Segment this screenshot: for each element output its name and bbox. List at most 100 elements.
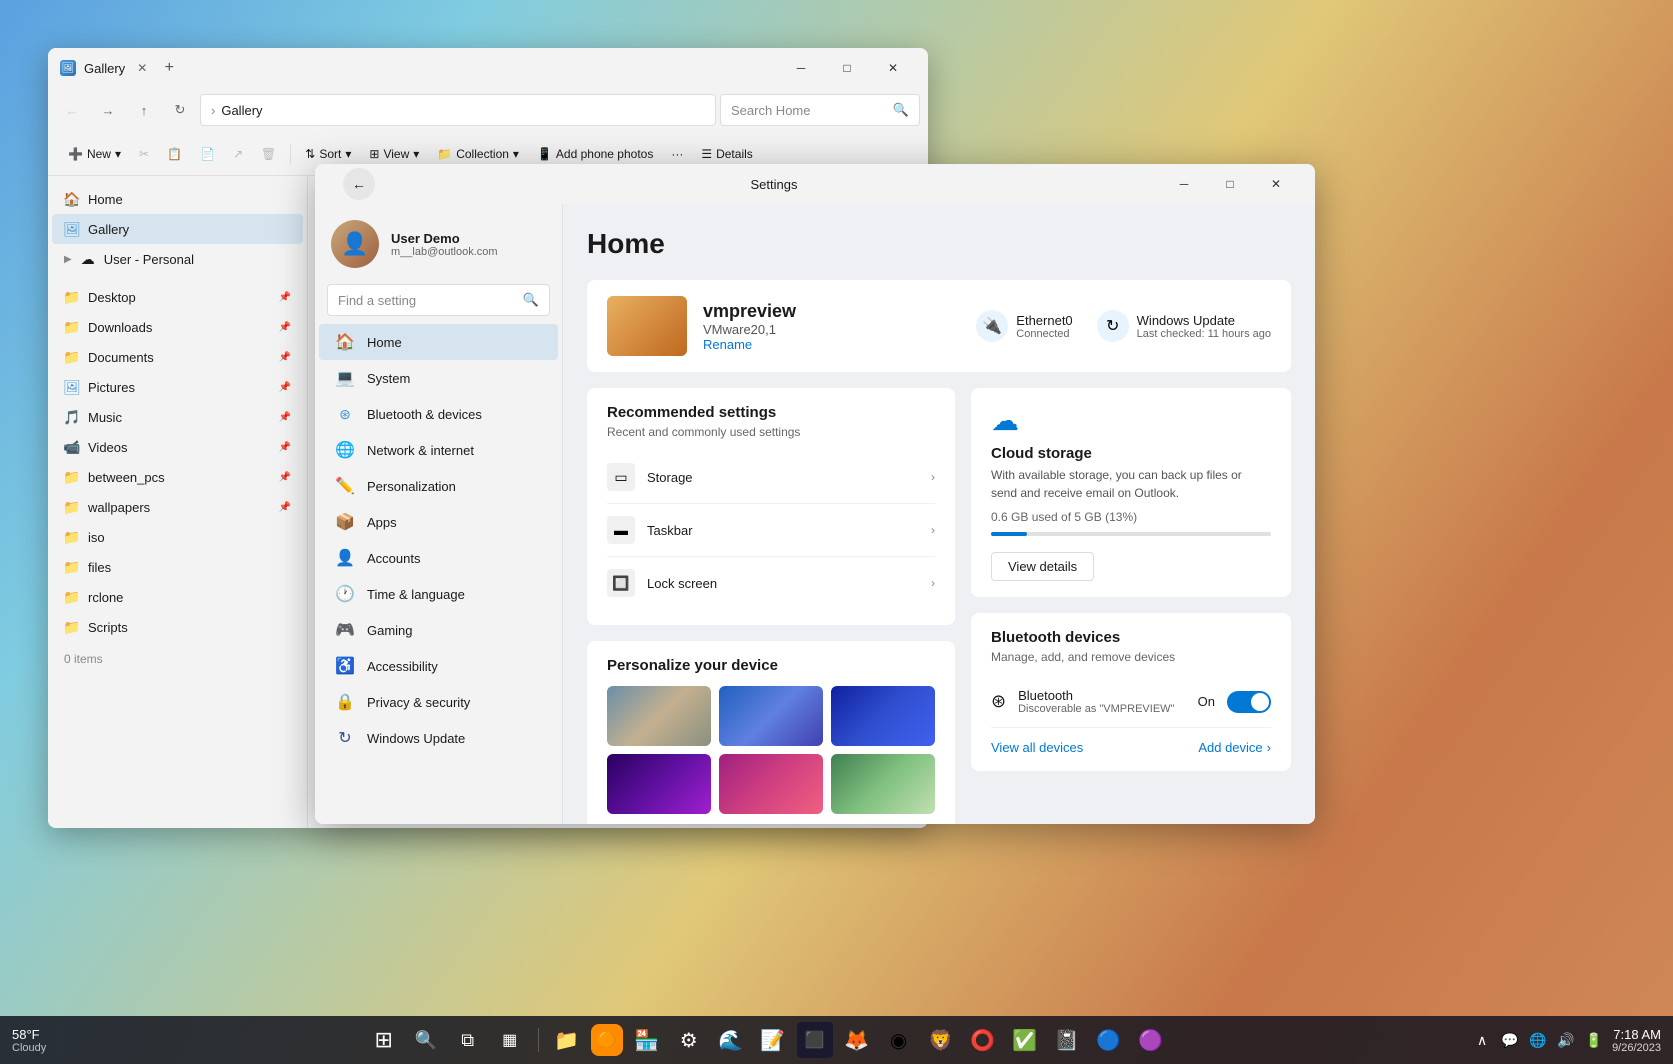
orange-app-taskbar-icon[interactable]: 🟠: [591, 1024, 623, 1056]
settings-nav-bluetooth[interactable]: ⊛ Bluetooth & devices: [319, 396, 558, 432]
weather-widget[interactable]: 58°F Cloudy: [12, 1027, 46, 1054]
settings-maximize-button[interactable]: □: [1207, 168, 1253, 200]
tray-chevron-icon[interactable]: ∧: [1472, 1030, 1492, 1050]
sort-button[interactable]: ⇅ Sort ▾: [297, 143, 359, 165]
nav-up-button[interactable]: ↑: [128, 94, 160, 126]
widgets-button[interactable]: ▦: [492, 1022, 528, 1058]
settings-nav-accounts[interactable]: 👤 Accounts: [319, 540, 558, 576]
nav-forward-button[interactable]: →: [92, 94, 124, 126]
details-button[interactable]: ☰ Details: [693, 143, 760, 165]
settings-taskbar-icon[interactable]: ⚙: [671, 1022, 707, 1058]
wallpaper-thumb-1[interactable]: [607, 686, 711, 746]
sidebar-item-music[interactable]: 🎵 Music 📌: [52, 402, 303, 432]
explorer-close-button[interactable]: ✕: [870, 52, 916, 84]
new-button[interactable]: ➕ New ▾: [60, 143, 129, 165]
tray-volume-icon[interactable]: 🔊: [1556, 1030, 1576, 1050]
app1-taskbar-icon[interactable]: 🔵: [1091, 1022, 1127, 1058]
settings-close-button[interactable]: ✕: [1253, 168, 1299, 200]
view-all-devices-button[interactable]: View all devices: [991, 740, 1083, 755]
wallpaper-thumb-2[interactable]: [719, 686, 823, 746]
update-status-item[interactable]: ↻ Windows Update Last checked: 11 hours …: [1097, 310, 1271, 342]
nav-refresh-button[interactable]: ↻: [164, 94, 196, 126]
task-view-button[interactable]: ⧉: [450, 1022, 486, 1058]
more-button[interactable]: ···: [663, 143, 691, 165]
start-button[interactable]: ⊞: [366, 1022, 402, 1058]
sidebar-item-iso[interactable]: 📁 iso: [52, 522, 303, 552]
lockscreen-list-item[interactable]: 🔲 Lock screen ›: [607, 557, 935, 609]
sidebar-item-desktop[interactable]: 📁 Desktop 📌: [52, 282, 303, 312]
sidebar-item-rclone[interactable]: 📁 rclone: [52, 582, 303, 612]
view-button[interactable]: ⊞ View ▾: [361, 143, 427, 165]
storage-list-item[interactable]: ▭ Storage ›: [607, 451, 935, 504]
settings-nav-privacy[interactable]: 🔒 Privacy & security: [319, 684, 558, 720]
search-bar[interactable]: Search Home 🔍: [720, 94, 920, 126]
collection-button[interactable]: 📁 Collection ▾: [429, 143, 527, 165]
sidebar-item-home[interactable]: 🏠 Home: [52, 184, 303, 214]
firefox-taskbar-icon[interactable]: 🦊: [839, 1022, 875, 1058]
wallpaper-thumb-3[interactable]: [831, 686, 935, 746]
device-status-items: 🔌 Ethernet0 Connected ↻ Windows Update L…: [976, 310, 1271, 342]
settings-nav-gaming[interactable]: 🎮 Gaming: [319, 612, 558, 648]
settings-nav-update[interactable]: ↻ Windows Update: [319, 720, 558, 756]
taskbar-list-item[interactable]: ▬ Taskbar ›: [607, 504, 935, 557]
bluetooth-toggle[interactable]: [1227, 691, 1271, 713]
sidebar-item-videos[interactable]: 📹 Videos 📌: [52, 432, 303, 462]
delete-button[interactable]: 🗑: [253, 143, 284, 165]
wallpaper-thumb-6[interactable]: [831, 754, 935, 814]
settings-nav-time[interactable]: 🕐 Time & language: [319, 576, 558, 612]
sidebar-item-downloads[interactable]: 📁 Downloads 📌: [52, 312, 303, 342]
sidebar-files-label: files: [88, 560, 111, 575]
sidebar-item-scripts[interactable]: 📁 Scripts: [52, 612, 303, 642]
settings-nav-accessibility[interactable]: ♿ Accessibility: [319, 648, 558, 684]
paste-button[interactable]: 📄: [192, 143, 223, 165]
settings-nav-personalization[interactable]: ✏️ Personalization: [319, 468, 558, 504]
sidebar-item-between-pcs[interactable]: 📁 between_pcs 📌: [52, 462, 303, 492]
explorer-minimize-button[interactable]: ─: [778, 52, 824, 84]
terminal-taskbar-icon[interactable]: ⬛: [797, 1022, 833, 1058]
opera-taskbar-icon[interactable]: ⭕: [965, 1022, 1001, 1058]
clock-widget[interactable]: 7:18 AM 9/26/2023: [1612, 1027, 1661, 1054]
view-details-button[interactable]: View details: [991, 552, 1094, 581]
search-taskbar-button[interactable]: 🔍: [408, 1022, 444, 1058]
onenote-taskbar-icon[interactable]: 📓: [1049, 1022, 1085, 1058]
ethernet-status-item[interactable]: 🔌 Ethernet0 Connected: [976, 310, 1072, 342]
todoist-taskbar-icon[interactable]: ✅: [1007, 1022, 1043, 1058]
vscode-taskbar-icon[interactable]: 📝: [755, 1022, 791, 1058]
tray-network-icon[interactable]: 🌐: [1528, 1030, 1548, 1050]
share-button[interactable]: ↗: [225, 143, 251, 165]
sidebar-item-pictures[interactable]: 🖼 Pictures 📌: [52, 372, 303, 402]
device-rename-button[interactable]: Rename: [703, 337, 960, 352]
sidebar-item-user-personal[interactable]: ▶ ☁ User - Personal: [52, 244, 303, 274]
copy-button[interactable]: 📋: [159, 143, 190, 165]
file-explorer-taskbar-icon[interactable]: 📁: [549, 1022, 585, 1058]
settings-nav-home[interactable]: 🏠 Home: [319, 324, 558, 360]
new-tab-button[interactable]: +: [155, 54, 183, 82]
chrome-taskbar-icon[interactable]: ◉: [881, 1022, 917, 1058]
sidebar-item-wallpapers[interactable]: 📁 wallpapers 📌: [52, 492, 303, 522]
user-profile[interactable]: 👤 User Demo m__lab@outlook.com: [315, 204, 562, 284]
settings-back-button[interactable]: ←: [343, 168, 375, 200]
edge-taskbar-icon[interactable]: 🌊: [713, 1022, 749, 1058]
nav-back-button[interactable]: ←: [56, 94, 88, 126]
sidebar-item-files[interactable]: 📁 files: [52, 552, 303, 582]
address-bar[interactable]: › Gallery: [200, 94, 716, 126]
wallpaper-thumb-4[interactable]: [607, 754, 711, 814]
sidebar-item-gallery[interactable]: 🖼 Gallery: [52, 214, 303, 244]
cut-button[interactable]: ✂: [131, 143, 157, 165]
brave-taskbar-icon[interactable]: 🦁: [923, 1022, 959, 1058]
wallpaper-thumb-5[interactable]: [719, 754, 823, 814]
tray-battery-icon[interactable]: 🔋: [1584, 1030, 1604, 1050]
settings-nav-system[interactable]: 💻 System: [319, 360, 558, 396]
explorer-maximize-button[interactable]: □: [824, 52, 870, 84]
settings-nav-network[interactable]: 🌐 Network & internet: [319, 432, 558, 468]
add-phone-button[interactable]: 📱 Add phone photos: [529, 143, 661, 165]
close-tab-icon[interactable]: ✕: [137, 61, 147, 75]
settings-search[interactable]: Find a setting 🔍: [327, 284, 550, 316]
settings-minimize-button[interactable]: ─: [1161, 168, 1207, 200]
msstore-taskbar-icon[interactable]: 🏪: [629, 1022, 665, 1058]
add-device-button[interactable]: Add device ›: [1198, 740, 1271, 755]
app2-taskbar-icon[interactable]: 🟣: [1133, 1022, 1169, 1058]
sidebar-item-documents[interactable]: 📁 Documents 📌: [52, 342, 303, 372]
settings-nav-apps[interactable]: 📦 Apps: [319, 504, 558, 540]
tray-message-icon[interactable]: 💬: [1500, 1030, 1520, 1050]
